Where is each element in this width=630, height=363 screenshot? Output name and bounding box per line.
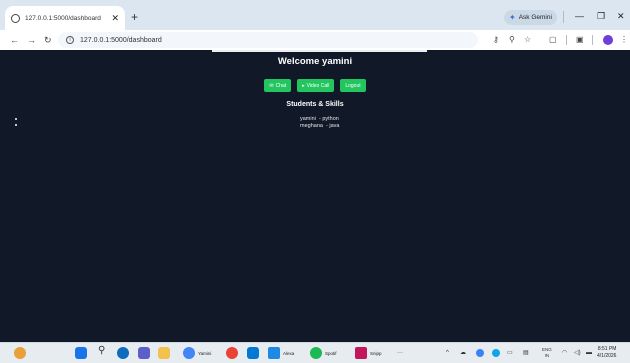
video-call-button-label: Video Call <box>306 82 330 89</box>
address-input[interactable]: i 127.0.0.1:5000/dashboard <box>58 32 478 48</box>
chat-icon: ✉ <box>269 82 274 89</box>
top-line <box>212 50 427 52</box>
taskbar-app-spotify[interactable]: Spotif <box>310 347 337 359</box>
edge-icon[interactable] <box>117 347 129 359</box>
profile-avatar[interactable] <box>603 35 613 45</box>
list-item: meghana - java <box>300 123 339 130</box>
chat-button-label: Chat <box>275 82 287 89</box>
chevron-up-icon[interactable]: ^ <box>446 349 449 357</box>
cloud-icon[interactable]: ☁ <box>460 349 466 357</box>
start-icon[interactable] <box>75 347 87 359</box>
student-name: yamini <box>300 116 316 122</box>
page-title: Welcome yamini <box>277 56 353 67</box>
student-skill: python <box>322 116 339 122</box>
chat-button[interactable]: ✉ Chat <box>264 79 292 92</box>
zoom-icon[interactable]: ⚲ <box>509 34 515 46</box>
taskbar-app-label: Snipp <box>370 350 382 356</box>
more-apps-icon[interactable]: ··· <box>397 349 403 357</box>
video-call-button[interactable]: ▸ Video Call <box>297 79 335 92</box>
vscode-icon[interactable] <box>247 347 259 359</box>
menu-kebab-icon[interactable]: ⋮ <box>620 34 628 46</box>
taskbar-app-label: Spotif <box>325 350 337 356</box>
url-text: 127.0.0.1:5000/dashboard <box>80 36 162 44</box>
bullet-marker <box>15 118 17 120</box>
bluetooth-icon[interactable] <box>492 349 500 357</box>
language-indicator[interactable]: ENG IN <box>542 347 552 359</box>
forward-icon[interactable]: → <box>27 34 36 46</box>
keyboard-icon[interactable]: ▤ <box>523 349 529 357</box>
display-icon[interactable]: ▭ <box>507 349 513 357</box>
video-call-icon: ▸ <box>302 82 305 89</box>
clock[interactable]: 8:51 PM 4/1/2026 <box>597 346 616 360</box>
taskbar-app-snipping[interactable]: Snipp <box>355 347 382 359</box>
taskbar-app-alexa[interactable]: Alexa <box>268 347 294 359</box>
site-info-icon[interactable]: i <box>66 36 74 44</box>
back-icon[interactable]: ← <box>10 34 19 46</box>
extensions-icon[interactable]: ▢ <box>549 34 557 46</box>
logout-button-label: Logout <box>345 82 361 89</box>
divider <box>592 35 593 45</box>
globe-icon <box>11 13 20 23</box>
ask-gemini-button[interactable]: ✦ Ask Gemini <box>504 10 557 25</box>
alexa-icon <box>268 347 280 359</box>
students-heading: Students & Skills <box>286 101 344 108</box>
clock-time: 8:51 PM <box>597 346 617 352</box>
volume-icon[interactable]: ◁) <box>574 349 581 357</box>
language-bottom: IN <box>544 353 550 358</box>
spotify-icon <box>310 347 322 359</box>
clock-date: 4/1/2026 <box>597 353 617 359</box>
action-buttons: ✉ Chat ▸ Video Call Logout <box>0 79 630 92</box>
restore-icon[interactable]: ❐ <box>597 10 605 22</box>
sparkle-icon: ✦ <box>509 13 516 22</box>
split-view-icon[interactable]: ▣ <box>576 34 584 46</box>
close-tab-icon[interactable]: ✕ <box>111 13 119 24</box>
bookmark-star-icon[interactable]: ☆ <box>524 34 531 46</box>
battery-icon[interactable]: ▬ <box>586 349 592 357</box>
tab-title: 127.0.0.1:5000/dashboard <box>25 14 101 22</box>
divider <box>566 35 567 45</box>
bullet-list-markers <box>15 118 17 130</box>
file-explorer-icon[interactable] <box>158 347 170 359</box>
bullet-marker <box>15 124 17 126</box>
app-tray-icon[interactable] <box>476 349 484 357</box>
browser-tab[interactable]: 127.0.0.1:5000/dashboard ✕ <box>5 6 125 30</box>
new-tab-icon[interactable]: + <box>131 10 138 24</box>
ask-gemini-label: Ask Gemini <box>518 14 552 21</box>
key-icon[interactable]: ⚷ <box>493 34 499 46</box>
wifi-icon[interactable]: ◠ <box>562 349 567 357</box>
weather-icon[interactable] <box>14 347 26 359</box>
window-close-icon[interactable]: ✕ <box>617 10 625 22</box>
search-icon[interactable]: ⚲ <box>98 346 105 356</box>
teams-icon[interactable] <box>138 347 150 359</box>
chrome-profile-icon <box>183 347 195 359</box>
logout-button[interactable]: Logout <box>340 79 366 92</box>
reload-icon[interactable]: ↻ <box>44 34 52 46</box>
taskbar-app-label: Yamini <box>198 350 212 356</box>
dashboard-page: Welcome yamini ✉ Chat ▸ Video Call Logou… <box>0 50 630 342</box>
taskbar: ⚲ Yamini Alexa Spotif Snipp ··· ^ ☁ ▭ ▤ … <box>0 342 630 363</box>
address-bar-row: ← → ↻ i 127.0.0.1:5000/dashboard ⚷ ⚲ ☆ ▢… <box>0 30 630 50</box>
list-item: yamini - python <box>300 116 339 123</box>
student-skill: java <box>329 123 340 129</box>
chrome-icon[interactable] <box>226 347 238 359</box>
taskbar-app-yamini[interactable]: Yamini <box>183 347 211 359</box>
snipping-tool-icon <box>355 347 367 359</box>
student-name: meghana <box>300 123 323 129</box>
divider <box>563 11 564 23</box>
taskbar-app-label: Alexa <box>283 350 295 356</box>
browser-tab-bar: 127.0.0.1:5000/dashboard ✕ + ✦ Ask Gemin… <box>0 0 630 30</box>
minimize-icon[interactable]: — <box>575 10 584 22</box>
students-list: yamini - python meghana - java <box>300 116 339 130</box>
